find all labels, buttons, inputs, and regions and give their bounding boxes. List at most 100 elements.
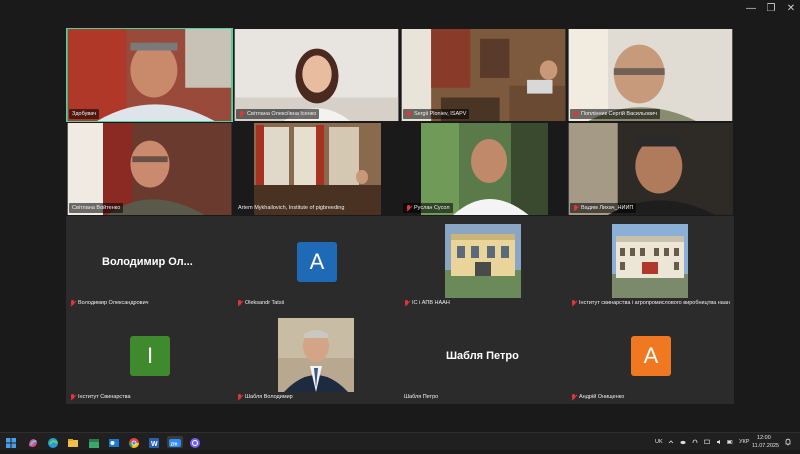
gallery-view: Здобувач Світлана Олексіївна Ісенко Serg…: [66, 28, 734, 404]
clock-date[interactable]: 11.07.2025: [752, 443, 779, 449]
participant-name-tag: Інститут свинарства і агропромислового в…: [569, 298, 732, 308]
participant-name: Поплінник Сергій Васильович: [581, 111, 657, 117]
participant-tile[interactable]: Artem Mykhailovich, Institute of pigbree…: [233, 122, 400, 216]
participant-name: Інститут свинарства і агропромислового в…: [579, 300, 730, 306]
participant-tile[interactable]: Вадим Лихач_НИИП: [567, 122, 734, 216]
keyboard-region[interactable]: UK: [655, 439, 663, 445]
network-icon[interactable]: [704, 439, 710, 445]
participant-profile-photo: [278, 318, 354, 392]
participant-display-name: Шабля Петро: [446, 350, 519, 362]
participant-name: Вадим Лихач_НИИП: [581, 205, 634, 211]
participant-tile[interactable]: Здобувач: [66, 28, 233, 122]
participant-tile[interactable]: Шабля Володимир: [233, 310, 400, 404]
participant-name: Шабля Петро: [404, 394, 439, 400]
participant-tile[interactable]: A Андрій Онищенко: [567, 310, 734, 404]
participant-name-tag: Поплінник Сергій Васильович: [570, 109, 660, 119]
mic-muted-icon: [237, 299, 243, 307]
participant-name: Світлана Войтенко: [72, 205, 121, 211]
participant-name-tag: ІС і АПВ НААН: [402, 298, 452, 308]
headset-icon[interactable]: [692, 439, 698, 445]
participant-video: [568, 29, 733, 121]
participant-name-tag: Андрій Онищенко: [569, 392, 626, 402]
file-explorer-icon[interactable]: [67, 436, 79, 448]
copilot-icon[interactable]: [27, 436, 39, 448]
mic-muted-icon: [239, 110, 245, 118]
avatar: A: [297, 242, 337, 282]
participant-tile[interactable]: ІС і АПВ НААН: [400, 216, 567, 310]
viber-icon[interactable]: [189, 436, 201, 448]
avatar: I: [130, 336, 170, 376]
participant-video: [234, 29, 399, 121]
participant-display-name: Володимир Ол...: [102, 256, 193, 268]
avatar: A: [631, 336, 671, 376]
notification-bell-icon[interactable]: [784, 438, 792, 446]
windows-start-icon[interactable]: [5, 436, 17, 448]
mic-muted-icon: [406, 110, 412, 118]
participant-name-tag: Artem Mykhailovich, Institute of pigbree…: [236, 203, 346, 213]
participant-name-tag: Світлана Войтенко: [69, 203, 124, 213]
participant-profile-photo: [445, 224, 521, 298]
mic-muted-icon: [237, 393, 243, 401]
participant-tile[interactable]: A Oleksandr Tatsii: [233, 216, 400, 310]
participant-name: Володимир Олександрович: [78, 300, 149, 306]
participant-name: Sergii Ploniev, ISAPV: [414, 111, 467, 117]
close-button[interactable]: ✕: [780, 2, 800, 16]
participant-tile[interactable]: Руслан Сусол: [400, 122, 567, 216]
participant-tile[interactable]: Шабля Петро Шабля Петро: [400, 310, 567, 404]
clock-time[interactable]: 12:00: [757, 435, 771, 441]
mic-muted-icon: [406, 204, 412, 212]
participant-name-tag: Світлана Олексіївна Ісенко: [236, 109, 320, 119]
participant-profile-photo: [612, 224, 688, 298]
maximize-button[interactable]: ❐: [760, 2, 782, 16]
onedrive-icon[interactable]: [680, 439, 686, 445]
participant-tile[interactable]: Володимир Ол... Володимир Олександрович: [66, 216, 233, 310]
mic-muted-icon: [573, 110, 579, 118]
participant-tile[interactable]: Sergii Ploniev, ISAPV: [400, 28, 567, 122]
outlook-icon[interactable]: [108, 436, 120, 448]
zoom-icon[interactable]: zm: [167, 436, 183, 448]
participant-name: Здобувач: [72, 111, 97, 117]
mic-muted-icon: [571, 299, 577, 307]
participant-tile[interactable]: Інститут свинарства і агропромислового в…: [567, 216, 734, 310]
battery-icon[interactable]: [727, 439, 733, 445]
volume-icon[interactable]: [716, 439, 722, 445]
mic-muted-icon: [70, 299, 76, 307]
participant-name: Шабля Володимир: [245, 394, 293, 400]
participant-name-tag: Вадим Лихач_НИИП: [570, 203, 637, 213]
participant-tile[interactable]: Поплінник Сергій Васильович: [567, 28, 734, 122]
input-language[interactable]: УКР: [739, 439, 749, 445]
participant-video: [568, 123, 733, 215]
chevron-up-icon[interactable]: [668, 439, 674, 445]
participant-tile[interactable]: Світлана Войтенко: [66, 122, 233, 216]
mic-muted-icon: [70, 393, 76, 401]
svg-text:W: W: [151, 441, 158, 448]
title-bar: — ❐ ✕: [0, 0, 800, 20]
word-icon[interactable]: W: [148, 436, 160, 448]
mic-muted-icon: [573, 204, 579, 212]
edge-icon[interactable]: [47, 436, 59, 448]
participant-name-tag: Здобувач: [69, 109, 100, 119]
participant-name-tag: Sergii Ploniev, ISAPV: [403, 109, 470, 119]
participant-video: [67, 29, 232, 121]
participant-tile[interactable]: Світлана Олексіївна Ісенко: [233, 28, 400, 122]
minimize-button[interactable]: —: [740, 2, 762, 16]
svg-text:zm: zm: [171, 442, 179, 448]
participant-name: Андрій Онищенко: [579, 394, 625, 400]
mic-muted-icon: [404, 299, 410, 307]
participant-name: Світлана Олексіївна Ісенко: [247, 111, 317, 117]
participant-name-tag: Інститут Свинарства: [68, 392, 133, 402]
zoom-meeting-window: — ❐ ✕ Здобувач Світлана Олексіївна Ісенк…: [0, 0, 800, 432]
calendar-icon[interactable]: [88, 436, 100, 448]
mic-muted-icon: [571, 393, 577, 401]
participant-name: ІС і АПВ НААН: [412, 300, 450, 306]
participant-name: Руслан Сусол: [414, 205, 450, 211]
participant-video: [67, 123, 232, 215]
participant-name: Інститут Свинарства: [78, 394, 131, 400]
windows-taskbar: W zm UK УКР 12:00 11.07.2025: [0, 432, 800, 450]
participant-name-tag: Шабля Петро: [402, 392, 440, 402]
participant-tile[interactable]: I Інститут Свинарства: [66, 310, 233, 404]
participant-name-tag: Руслан Сусол: [403, 203, 453, 213]
participant-name-tag: Шабля Володимир: [235, 392, 295, 402]
participant-video: [401, 29, 566, 121]
chrome-icon[interactable]: [128, 436, 140, 448]
